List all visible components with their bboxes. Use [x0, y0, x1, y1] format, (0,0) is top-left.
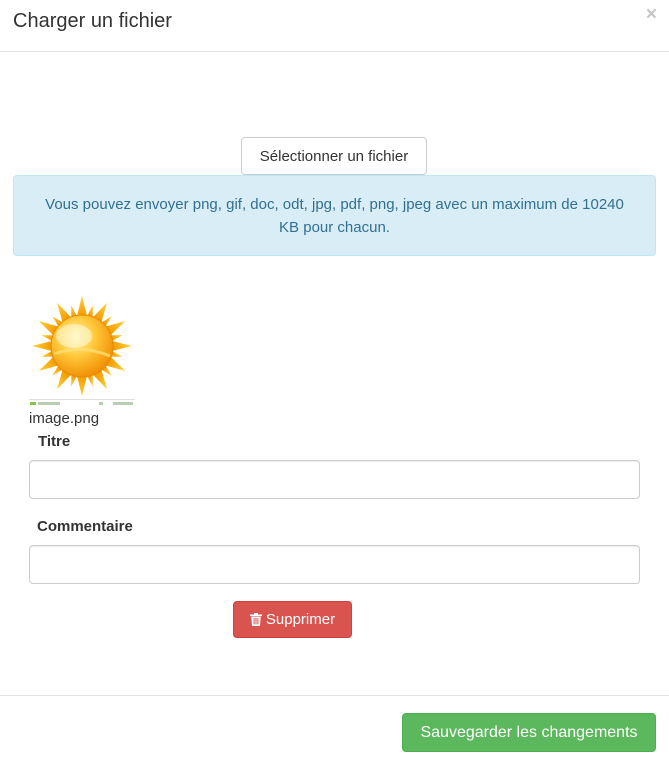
comment-input[interactable]	[29, 545, 640, 584]
sun-icon	[32, 296, 132, 396]
allowed-types-text: Vous pouvez envoyer png, gif, doc, odt, …	[45, 196, 624, 236]
close-button[interactable]: ×	[646, 5, 657, 25]
delete-button[interactable]: Supprimer	[233, 601, 352, 638]
comment-label: Commentaire	[37, 518, 133, 535]
title-input[interactable]	[29, 460, 640, 499]
delete-label: Supprimer	[265, 611, 336, 628]
file-name: image.png	[29, 410, 100, 427]
thumbnail-footer-strip	[29, 399, 135, 407]
modal-header: Charger un fichier ×	[0, 0, 669, 52]
allowed-types-alert: Vous pouvez envoyer png, gif, doc, odt, …	[13, 175, 656, 256]
select-file-button[interactable]: Sélectionner un fichier	[241, 137, 427, 175]
modal-title: Charger un fichier	[13, 10, 172, 32]
modal-footer: Sauvegarder les changements	[0, 695, 669, 767]
save-changes-button[interactable]: Sauvegarder les changements	[402, 713, 656, 752]
title-label: Titre	[38, 433, 71, 450]
file-thumbnail	[29, 293, 135, 407]
trash-icon	[249, 613, 262, 626]
upload-modal: Charger un fichier × Sélectionner un fic…	[0, 0, 669, 767]
